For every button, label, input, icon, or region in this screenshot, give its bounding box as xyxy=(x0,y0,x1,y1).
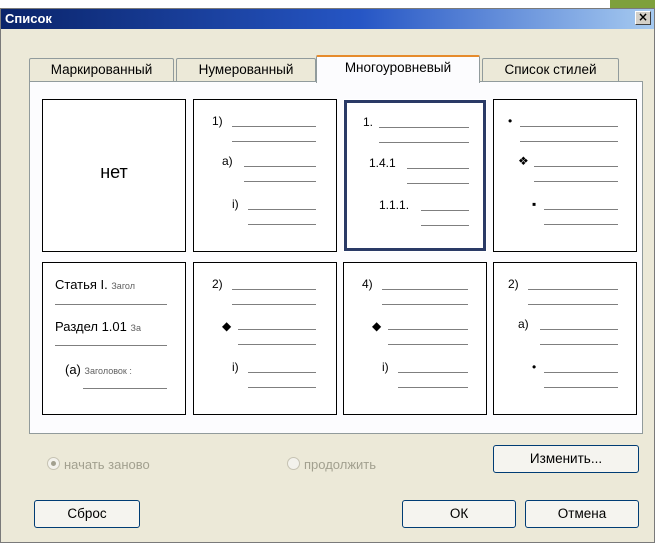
title-bar[interactable]: Список × xyxy=(1,9,654,29)
level3-heading: Заголовок : xyxy=(84,366,132,376)
text-line xyxy=(232,126,316,127)
list-style-article-section[interactable]: Статья I. Загол Раздел 1.01 За (а) Загол… xyxy=(42,262,186,415)
level1-marker: Статья I. Загол xyxy=(55,277,135,292)
tab-numbered[interactable]: Нумерованный xyxy=(176,58,316,82)
text-line xyxy=(382,289,468,290)
tab-list-styles-label: Список стилей xyxy=(504,62,597,77)
text-line xyxy=(232,141,316,142)
level3-marker: 1.1.1. xyxy=(379,198,410,212)
text-line xyxy=(248,387,316,388)
close-icon: × xyxy=(637,10,649,24)
text-line xyxy=(388,329,468,330)
text-line xyxy=(379,127,469,128)
tab-bulleted[interactable]: Маркированный xyxy=(29,58,174,82)
none-label: нет xyxy=(100,162,128,182)
tab-list-styles[interactable]: Список стилей xyxy=(482,58,619,82)
text-line xyxy=(83,388,167,389)
text-line xyxy=(534,181,618,182)
text-line xyxy=(388,344,468,345)
ok-button[interactable]: ОК xyxy=(402,500,516,528)
tab-numbered-label: Нумерованный xyxy=(198,62,294,77)
level1-marker: 2) xyxy=(508,277,519,291)
text-line xyxy=(55,345,167,346)
level1-marker: 1) xyxy=(212,114,223,128)
level2-marker: ◆ xyxy=(372,319,382,333)
level3-marker: ▪ xyxy=(532,197,537,211)
text-line xyxy=(238,329,316,330)
text-line xyxy=(544,387,618,388)
radio-selected-icon xyxy=(47,457,60,470)
text-line xyxy=(238,344,316,345)
text-line xyxy=(544,224,618,225)
list-style-none[interactable]: нет xyxy=(42,99,186,252)
level2-marker: ❖ xyxy=(518,154,529,168)
level2-marker: a) xyxy=(222,154,233,168)
text-line xyxy=(248,224,316,225)
text-line xyxy=(407,168,469,169)
tab-bulleted-label: Маркированный xyxy=(50,62,153,77)
text-line xyxy=(540,329,618,330)
modify-button[interactable]: Изменить... xyxy=(493,445,639,473)
level2-marker: ◆ xyxy=(222,319,232,333)
text-line xyxy=(244,181,316,182)
restart-numbering-label: начать заново xyxy=(64,457,150,472)
level1-heading: Загол xyxy=(111,281,135,291)
level2-marker: a) xyxy=(518,317,529,331)
text-line xyxy=(55,304,167,305)
text-line xyxy=(248,209,316,210)
tab-panel: нет 1) a) i) 1. 1.4.1 1.1.1. • ❖ ▪ Стать… xyxy=(29,81,643,434)
restart-numbering-radio[interactable]: начать заново xyxy=(47,457,150,472)
list-style-parens-letters-bullet[interactable]: 2) a) • xyxy=(493,262,637,415)
list-style-parens-letters[interactable]: 1) a) i) xyxy=(193,99,337,252)
reset-button[interactable]: Сброс xyxy=(34,500,140,528)
level1-marker: 4) xyxy=(362,277,373,291)
level1-marker: 2) xyxy=(212,277,223,291)
level3-marker: (а) Заголовок : xyxy=(65,362,132,377)
text-line xyxy=(382,304,468,305)
list-dialog: Список × Маркированный Нумерованный Мног… xyxy=(0,8,655,543)
text-line xyxy=(544,209,618,210)
list-style-decimal-legal[interactable]: 1. 1.4.1 1.1.1. xyxy=(343,99,487,252)
text-line xyxy=(421,210,469,211)
level1-marker: 1. xyxy=(363,115,374,129)
text-line xyxy=(398,372,468,373)
close-button[interactable]: × xyxy=(635,11,651,25)
level1-marker: • xyxy=(508,114,513,128)
level2-marker: 1.4.1 xyxy=(369,156,396,170)
text-line xyxy=(248,372,316,373)
text-line xyxy=(528,304,618,305)
text-line xyxy=(528,289,618,290)
level2-heading: За xyxy=(130,323,141,333)
text-line xyxy=(544,372,618,373)
cancel-button[interactable]: Отмена xyxy=(525,500,639,528)
level2-main: Раздел 1.01 xyxy=(55,319,127,334)
text-line xyxy=(421,225,469,226)
continue-numbering-radio[interactable]: продолжить xyxy=(287,457,376,472)
level3-marker: • xyxy=(532,360,537,374)
tab-outline-numbered-label: Многоуровневый xyxy=(344,60,452,75)
text-line xyxy=(407,183,469,184)
dialog-title: Список xyxy=(5,11,52,26)
text-line xyxy=(520,141,618,142)
list-style-bullets[interactable]: • ❖ ▪ xyxy=(493,99,637,252)
text-line xyxy=(232,304,316,305)
level3-marker: i) xyxy=(232,197,239,211)
list-style-parens-diamond-alt[interactable]: 4) ◆ i) xyxy=(343,262,487,415)
radio-unselected-icon xyxy=(287,457,300,470)
text-line xyxy=(379,142,469,143)
continue-numbering-label: продолжить xyxy=(304,457,377,472)
list-style-parens-diamond[interactable]: 2) ◆ i) xyxy=(193,262,337,415)
level1-main: Статья I. xyxy=(55,277,108,292)
text-line xyxy=(244,166,316,167)
text-line xyxy=(232,289,316,290)
text-line xyxy=(534,166,618,167)
level3-marker: i) xyxy=(232,360,239,374)
text-line xyxy=(398,387,468,388)
level2-marker: Раздел 1.01 За xyxy=(55,319,141,334)
text-line xyxy=(540,344,618,345)
level3-marker: i) xyxy=(382,360,389,374)
tab-outline-numbered[interactable]: Многоуровневый xyxy=(316,55,480,83)
level3-main: (а) xyxy=(65,362,81,377)
text-line xyxy=(520,126,618,127)
